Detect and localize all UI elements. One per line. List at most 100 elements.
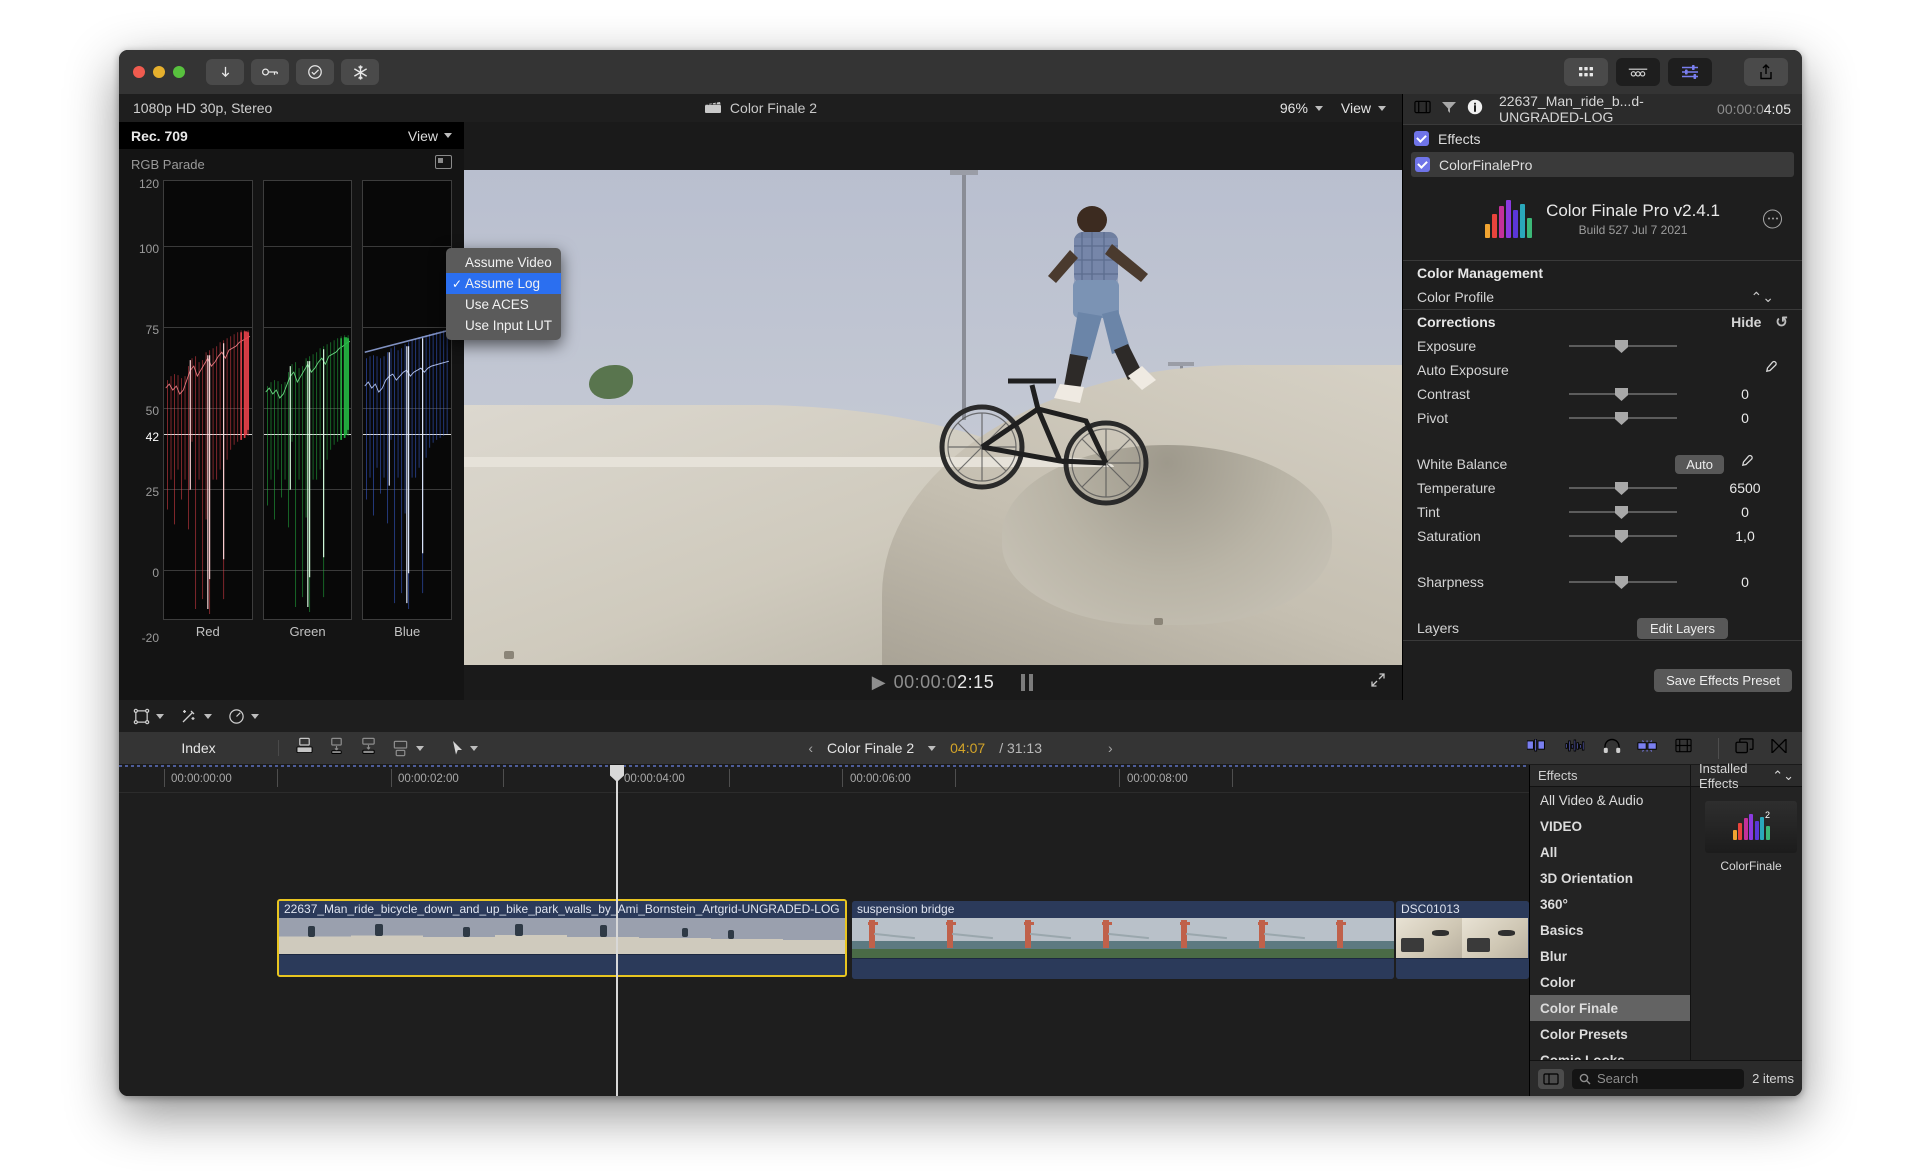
eyedropper-icon[interactable] [1762, 360, 1778, 380]
category-color-finale[interactable]: Color Finale [1530, 995, 1690, 1021]
minimize-window-button[interactable] [153, 66, 165, 78]
zoom-window-button[interactable] [173, 66, 185, 78]
white-balance-row[interactable]: White Balance Auto [1403, 452, 1802, 476]
plugin-more-icon[interactable] [1763, 209, 1782, 228]
tint-row[interactable]: Tint 0 [1403, 500, 1802, 524]
saturation-value[interactable]: 1,0 [1702, 528, 1788, 544]
next-project-icon[interactable]: › [1108, 740, 1113, 756]
category-color-presets[interactable]: Color Presets [1530, 1021, 1690, 1047]
info-tab-icon[interactable] [1467, 99, 1483, 120]
category-video[interactable]: VIDEO [1530, 813, 1690, 839]
playhead[interactable] [610, 765, 624, 1096]
scopes-view-menu[interactable]: View [408, 128, 452, 144]
category-3d-orientation[interactable]: 3D Orientation [1530, 865, 1690, 891]
timeline-ruler[interactable]: 00:00:00:00 00:00:02:00 00:00:04:00 00:0… [119, 765, 1529, 793]
grid-icon[interactable] [1564, 58, 1608, 86]
select-tool[interactable] [451, 740, 478, 756]
share-icon[interactable] [1744, 58, 1788, 86]
audio-waveform-icon[interactable] [1565, 739, 1587, 757]
color-management-dropdown-menu[interactable]: Assume Video ✓ Assume Log Use ACES Use In… [446, 248, 561, 340]
menu-item-use-aces[interactable]: Use ACES [446, 294, 561, 315]
temperature-value[interactable]: 6500 [1702, 480, 1788, 496]
play-icon[interactable]: ▶ [872, 672, 886, 693]
filmstrip-icon[interactable] [1675, 738, 1692, 758]
timeline-clip[interactable]: suspension bridge [852, 901, 1394, 979]
white-balance-auto-button[interactable]: Auto [1675, 454, 1724, 474]
colorfinalepro-effect-row[interactable]: ColorFinalePro [1411, 152, 1794, 177]
contrast-slider[interactable] [1569, 387, 1677, 401]
show-hide-icon[interactable] [1770, 738, 1788, 759]
duplicate-window-icon[interactable] [1718, 737, 1754, 759]
effect-tile-colorfinale[interactable]: 2 ColorFinale [1705, 801, 1797, 873]
contrast-value[interactable]: 0 [1702, 386, 1788, 402]
snowflake-icon[interactable] [341, 59, 379, 85]
effects-enable-checkbox[interactable] [1414, 131, 1429, 146]
toggle-sidebar-icon[interactable] [1538, 1068, 1564, 1089]
category-all-video-audio[interactable]: All Video & Audio [1530, 787, 1690, 813]
chevron-down-icon[interactable] [928, 745, 937, 751]
append-clip-icon[interactable] [359, 737, 378, 759]
tint-value[interactable]: 0 [1702, 504, 1788, 520]
timeline-project-name[interactable]: Color Finale 2 [827, 740, 914, 756]
filter-tab-icon[interactable] [1441, 100, 1457, 119]
overwrite-clip-icon[interactable] [391, 740, 424, 757]
clip-appearance-icon[interactable] [1526, 738, 1549, 757]
category-blur[interactable]: Blur [1530, 943, 1690, 969]
edit-layers-button[interactable]: Edit Layers [1636, 617, 1728, 639]
colorfinalepro-enable-checkbox[interactable] [1415, 157, 1430, 172]
category-360[interactable]: 360° [1530, 891, 1690, 917]
menu-item-assume-video[interactable]: Assume Video [446, 252, 561, 273]
skimming-icon[interactable] [1637, 739, 1659, 758]
previous-project-icon[interactable]: ‹ [808, 740, 813, 756]
timeline[interactable]: 00:00:00:00 00:00:02:00 00:00:04:00 00:0… [119, 765, 1529, 1096]
close-window-button[interactable] [133, 66, 145, 78]
effects-category-list[interactable]: All Video & Audio VIDEO All 3D Orientati… [1530, 787, 1690, 1060]
sliders-icon[interactable] [1668, 58, 1712, 86]
sharpness-value[interactable]: 0 [1702, 574, 1788, 590]
saturation-row[interactable]: Saturation 1,0 [1403, 524, 1802, 548]
key-icon[interactable] [251, 59, 289, 85]
temperature-slider[interactable] [1569, 481, 1677, 495]
effects-section-header[interactable]: Effects [1403, 125, 1802, 152]
temperature-row[interactable]: Temperature 6500 [1403, 476, 1802, 500]
check-circle-icon[interactable] [296, 59, 334, 85]
eyedropper-icon[interactable] [1738, 454, 1754, 474]
layers-row[interactable]: Layers Edit Layers [1403, 616, 1802, 640]
scope-settings-icon[interactable] [435, 155, 452, 169]
pivot-value[interactable]: 0 [1702, 410, 1788, 426]
enhance-tool[interactable] [180, 707, 212, 725]
contrast-row[interactable]: Contrast 0 [1403, 382, 1802, 406]
effects-search-input[interactable]: Search [1572, 1068, 1745, 1089]
corrections-reset-icon[interactable]: ↺ [1775, 313, 1788, 331]
pivot-slider[interactable] [1569, 411, 1677, 425]
viewer-timecode[interactable]: 00:00:02:15 [894, 672, 995, 693]
tint-slider[interactable] [1569, 505, 1677, 519]
menu-item-assume-log[interactable]: ✓ Assume Log [446, 273, 561, 294]
category-basics[interactable]: Basics [1530, 917, 1690, 943]
clips-icon[interactable] [1616, 58, 1660, 86]
installed-effects-menu[interactable]: Installed Effects ⌃⌄ [1691, 761, 1802, 791]
sharpness-row[interactable]: Sharpness 0 [1403, 570, 1802, 594]
window-controls[interactable] [133, 66, 185, 78]
retime-tool[interactable] [228, 708, 259, 725]
exposure-slider[interactable] [1569, 339, 1677, 353]
corrections-hide-button[interactable]: Hide [1731, 314, 1761, 330]
saturation-slider[interactable] [1569, 529, 1677, 543]
timeline-clip[interactable]: 22637_Man_ride_bicycle_down_and_up_bike_… [277, 899, 847, 977]
category-all[interactable]: All [1530, 839, 1690, 865]
pivot-row[interactable]: Pivot 0 [1403, 406, 1802, 430]
save-effects-preset-button[interactable]: Save Effects Preset [1654, 669, 1792, 692]
category-color[interactable]: Color [1530, 969, 1690, 995]
sharpness-slider[interactable] [1569, 575, 1677, 589]
category-comic-looks[interactable]: Comic Looks [1530, 1047, 1690, 1061]
crop-tool[interactable] [133, 708, 164, 725]
fullscreen-icon[interactable] [1370, 672, 1386, 693]
menu-item-use-input-lut[interactable]: Use Input LUT [446, 315, 561, 336]
auto-exposure-row[interactable]: Auto Exposure [1403, 358, 1802, 382]
download-icon[interactable] [206, 59, 244, 85]
insert-clip-icon[interactable] [327, 737, 346, 759]
headphones-icon[interactable] [1603, 738, 1621, 759]
timeline-clip[interactable]: DSC01013 [1396, 901, 1529, 979]
color-profile-row[interactable]: Color Profile ⌃⌄ [1403, 285, 1802, 309]
exposure-row[interactable]: Exposure [1403, 334, 1802, 358]
